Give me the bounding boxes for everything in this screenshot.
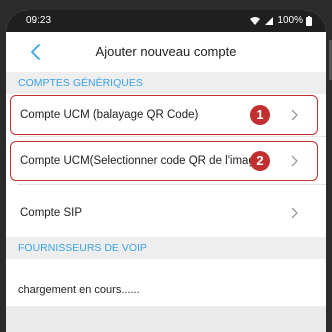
chevron-right-icon [291, 109, 298, 121]
list-item-label: Compte SIP [20, 207, 82, 219]
page-title: Ajouter nouveau compte [95, 44, 237, 59]
chevron-right-icon [291, 155, 298, 167]
divider [18, 136, 326, 137]
section-header-generic-accounts: COMPTES GÉNÉRIQUES [6, 72, 326, 94]
battery-percent: 100% [277, 15, 303, 26]
chevron-right-icon [291, 207, 298, 219]
list-item-label: Compte UCM(Selectionner code QR de l'ima… [20, 155, 266, 167]
status-icons: 100% [249, 15, 312, 26]
wifi-icon [250, 16, 261, 25]
app-header: Ajouter nouveau compte [6, 32, 326, 72]
status-bar: 09:23 100% [6, 10, 326, 32]
list-item-sip-account[interactable]: Compte SIP [6, 192, 326, 234]
annotation-marker: 1 [250, 105, 270, 125]
signal-icon [265, 16, 274, 25]
empty-area [6, 306, 326, 332]
list-item-ucm-qr-image[interactable]: Compte UCM(Selectionner code QR de l'ima… [6, 140, 326, 182]
loading-status: chargement en cours...... [18, 284, 140, 296]
status-time: 09:23 [26, 15, 52, 26]
battery-icon [306, 15, 312, 26]
list-item-ucm-qr-scan[interactable]: Compte UCM (balayage QR Code) 1 [6, 94, 326, 136]
section-header-voip-providers: FOURNISSEURS DE VOIP [6, 237, 326, 259]
phone-screen: 09:23 100% Ajouter nouveau compte COMPTE… [6, 10, 326, 332]
list-item-label: Compte UCM (balayage QR Code) [20, 109, 199, 121]
annotation-marker: 2 [250, 151, 270, 171]
divider [18, 184, 326, 185]
